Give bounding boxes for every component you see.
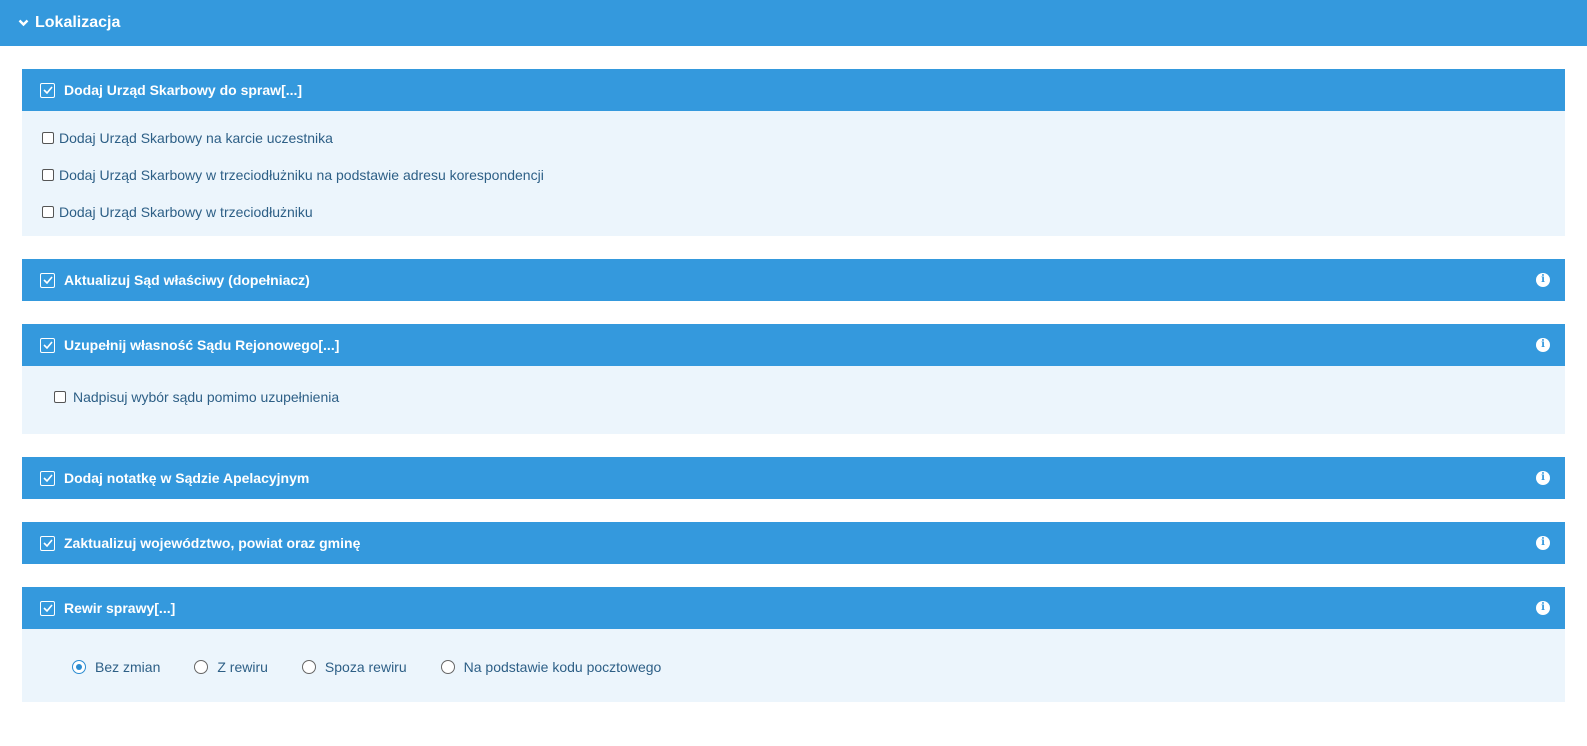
panel-sad-wlasciwy: Aktualizuj Sąd właściwy (dopełniacz) i <box>22 259 1565 301</box>
info-icon[interactable]: i <box>1536 536 1550 550</box>
radio-button[interactable] <box>440 660 455 674</box>
panel-urzad-skarbowy: Dodaj Urząd Skarbowy do spraw[...] Dodaj… <box>22 69 1565 236</box>
panel-body: Dodaj Urząd Skarbowy na karcie uczestnik… <box>22 111 1565 236</box>
panel-header: Uzupełnij własność Sądu Rejonowego[...] … <box>22 324 1565 366</box>
panel-sad-apelacyjny: Dodaj notatkę w Sądzie Apelacyjnym i <box>22 457 1565 499</box>
panel-title: Rewir sprawy <box>64 600 155 616</box>
check-icon[interactable] <box>40 535 55 551</box>
radio-group: Bez zmian Z rewiru Spoza rewiru Na podst… <box>42 644 1545 690</box>
radio-button[interactable] <box>301 660 316 674</box>
option-row[interactable]: Dodaj Urząd Skarbowy w trzeciodłużniku n… <box>42 156 1545 193</box>
panel-header: Zaktualizuj województwo, powiat oraz gmi… <box>22 522 1565 564</box>
checkbox[interactable] <box>42 168 54 181</box>
panel-header: Dodaj Urząd Skarbowy do spraw[...] <box>22 69 1565 111</box>
option-row[interactable]: Dodaj Urząd Skarbowy na karcie uczestnik… <box>42 119 1545 156</box>
panel-title: Dodaj notatkę w Sądzie Apelacyjnym <box>64 470 310 486</box>
chevron-down-icon <box>18 19 30 27</box>
option-label: Dodaj Urząd Skarbowy w trzeciodłużniku n… <box>59 166 544 183</box>
radio-button-selected[interactable] <box>72 660 86 674</box>
option-row[interactable]: Dodaj Urząd Skarbowy w trzeciodłużniku <box>42 193 1545 230</box>
radio-label: Z rewiru <box>217 659 268 675</box>
panel-wojewodztwo: Zaktualizuj województwo, powiat oraz gmi… <box>22 522 1565 564</box>
panel-title: Dodaj Urząd Skarbowy do spraw <box>64 82 282 98</box>
radio-label: Na podstawie kodu pocztowego <box>463 659 662 675</box>
panel-title: Aktualizuj Sąd właściwy (dopełniacz) <box>64 272 310 288</box>
option-label: Dodaj Urząd Skarbowy w trzeciodłużniku <box>59 203 313 220</box>
option-label: Nadpisuj wybór sądu pomimo uzupełnienia <box>73 389 340 405</box>
panel-header: Dodaj notatkę w Sądzie Apelacyjnym i <box>22 457 1565 499</box>
radio-button[interactable] <box>194 660 209 674</box>
info-icon[interactable]: i <box>1536 273 1550 287</box>
option-row[interactable]: Nadpisuj wybór sądu pomimo uzupełnienia <box>54 380 1545 414</box>
check-icon[interactable] <box>40 82 55 98</box>
checkbox[interactable] <box>42 131 54 144</box>
radio-option[interactable]: Bez zmian <box>72 659 160 675</box>
checkbox[interactable] <box>42 205 54 218</box>
panel-sad-rejonowy: Uzupełnij własność Sądu Rejonowego[...] … <box>22 324 1565 434</box>
panel-title: Zaktualizuj województwo, powiat oraz gmi… <box>64 535 361 551</box>
panel-header: Rewir sprawy[...] i <box>22 587 1565 629</box>
radio-option[interactable]: Spoza rewiru <box>301 659 407 675</box>
radio-label: Spoza rewiru <box>324 659 407 675</box>
option-label: Dodaj Urząd Skarbowy na karcie uczestnik… <box>59 129 333 146</box>
radio-option[interactable]: Z rewiru <box>194 659 268 675</box>
check-icon[interactable] <box>40 272 55 288</box>
info-icon[interactable]: i <box>1536 471 1550 485</box>
panel-body: Nadpisuj wybór sądu pomimo uzupełnienia <box>22 366 1565 434</box>
check-icon[interactable] <box>40 600 55 616</box>
panel-body: Bez zmian Z rewiru Spoza rewiru Na podst… <box>22 629 1565 702</box>
expand-more-link[interactable]: [...] <box>154 600 175 616</box>
check-icon[interactable] <box>40 470 55 486</box>
panel-rewir: Rewir sprawy[...] i Bez zmian Z rewiru S… <box>22 587 1565 702</box>
expand-more-link[interactable]: [...] <box>318 337 339 353</box>
panels-container: Dodaj Urząd Skarbowy do spraw[...] Dodaj… <box>0 46 1587 702</box>
panel-title: Uzupełnij własność Sądu Rejonowego <box>64 337 319 353</box>
checkbox[interactable] <box>54 391 66 403</box>
radio-option[interactable]: Na podstawie kodu pocztowego <box>440 659 662 675</box>
info-icon[interactable]: i <box>1536 601 1550 615</box>
panel-header: Aktualizuj Sąd właściwy (dopełniacz) i <box>22 259 1565 301</box>
radio-label: Bez zmian <box>95 659 161 675</box>
section-title: Lokalizacja <box>35 14 121 31</box>
section-header-lokalizacja[interactable]: Lokalizacja <box>0 0 1587 46</box>
check-icon[interactable] <box>40 337 55 353</box>
expand-more-link[interactable]: [...] <box>281 82 302 98</box>
info-icon[interactable]: i <box>1536 338 1550 352</box>
